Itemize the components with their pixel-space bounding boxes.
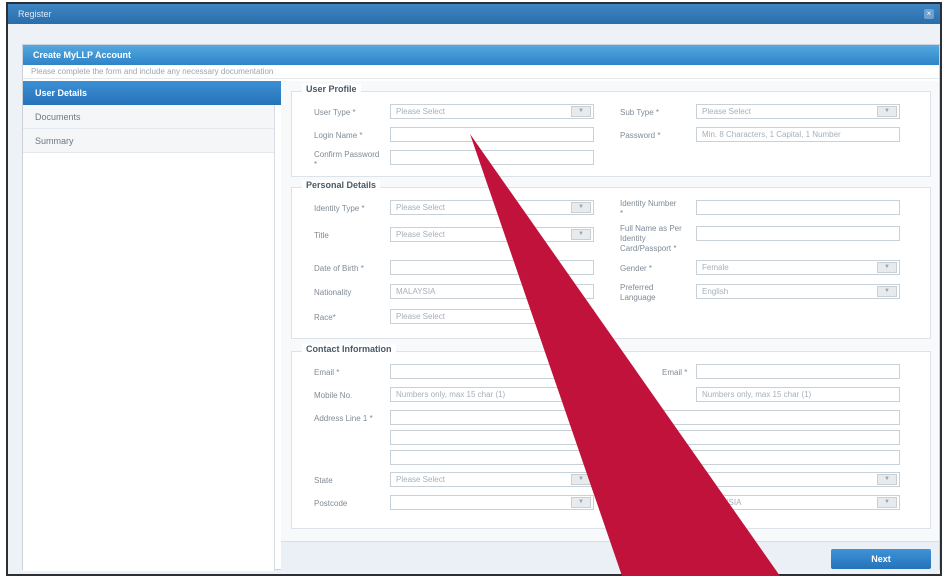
address-line-1-input[interactable]: [390, 410, 900, 425]
create-account-card: Create MyLLP Account Please complete the…: [22, 44, 940, 571]
identity-number-input[interactable]: [696, 200, 900, 215]
date-of-birth-label: Date of Birth *: [314, 264, 364, 273]
sidebar-item-user-details[interactable]: User Details: [23, 81, 295, 105]
city-select[interactable]: ▼: [696, 472, 900, 487]
chevron-down-icon: ▼: [877, 474, 897, 485]
identity-type-select[interactable]: Please Select ▼: [390, 200, 594, 215]
sub-type-select[interactable]: Please Select ▼: [696, 104, 900, 119]
login-name-label: Login Name *: [314, 131, 363, 140]
user-type-select[interactable]: Please Select ▼: [390, 104, 594, 119]
full-name-input[interactable]: [696, 226, 900, 241]
section-title: Personal Details: [302, 180, 381, 190]
chevron-down-icon: ▼: [571, 474, 591, 485]
form-footer: Next: [281, 541, 939, 571]
nationality-input[interactable]: MALAYSIA: [390, 284, 594, 299]
state-select[interactable]: Please Select ▼: [390, 472, 594, 487]
country-value: MALAYSIA: [702, 498, 742, 507]
identity-type-label: Identity Type *: [314, 204, 365, 213]
postcode-select[interactable]: ▼: [390, 495, 594, 510]
chevron-down-icon: ▼: [877, 286, 897, 297]
date-of-birth-input[interactable]: [390, 260, 594, 275]
chevron-down-icon: ▼: [571, 229, 591, 240]
country-select[interactable]: MALAYSIA ▼: [696, 495, 900, 510]
email-input[interactable]: [390, 364, 594, 379]
password-input[interactable]: Min. 8 Characters, 1 Capital, 1 Number: [696, 127, 900, 142]
mobile-no-input[interactable]: Numbers only, max 15 char (1): [390, 387, 594, 402]
card-subtitle: Please complete the form and include any…: [23, 65, 939, 79]
gender-label: Gender *: [620, 264, 653, 273]
next-button[interactable]: Next: [831, 549, 931, 569]
personal-details-section: Personal Details Identity Type * Please …: [291, 180, 931, 339]
close-icon[interactable]: ×: [924, 9, 934, 19]
password-label: Password *: [620, 131, 661, 140]
gender-select[interactable]: Female ▼: [696, 260, 900, 275]
sub-type-label: Sub Type *: [620, 108, 659, 117]
section-title: User Profile: [302, 84, 361, 94]
sidebar-item-summary[interactable]: Summary: [23, 129, 274, 153]
identity-number-label: Identity Number *: [620, 199, 677, 218]
state-label: State: [314, 476, 333, 485]
card-title: Create MyLLP Account: [23, 45, 939, 65]
race-label: Race*: [314, 313, 336, 322]
window-titlebar: Register ×: [8, 4, 940, 24]
gender-value: Female: [702, 263, 729, 272]
postcode-label: Postcode: [314, 499, 348, 508]
chevron-down-icon: ▼: [877, 497, 897, 508]
preferred-language-select[interactable]: English ▼: [696, 284, 900, 299]
sub-type-value: Please Select: [702, 107, 751, 116]
confirm-email-label: Email *: [662, 368, 688, 377]
address-line-label: Address Line 1 *: [314, 414, 373, 423]
identity-type-value: Please Select: [396, 203, 445, 212]
address-line-3-input[interactable]: [390, 450, 900, 465]
register-window: Register × Create MyLLP Account Please c…: [6, 2, 942, 576]
user-profile-section: User Profile User Type * Please Select ▼…: [291, 84, 931, 177]
state-value: Please Select: [396, 475, 445, 484]
chevron-down-icon: ▼: [571, 497, 591, 508]
section-title: Contact Information: [302, 344, 396, 354]
race-select[interactable]: Please Select: [390, 309, 594, 324]
chevron-down-icon: ▼: [571, 202, 591, 213]
chevron-down-icon: ▼: [571, 106, 591, 117]
login-name-input[interactable]: [390, 127, 594, 142]
chevron-down-icon: ▼: [877, 106, 897, 117]
contact-information-section: Contact Information Email * Email * Mobi…: [291, 344, 931, 529]
address-line-2-input[interactable]: [390, 430, 900, 445]
window-title: Register: [18, 9, 52, 19]
title-label: Title: [314, 231, 329, 240]
mobile-no-label: Mobile No.: [314, 391, 353, 400]
preferred-language-label: Preferred Language: [620, 283, 656, 302]
title-select[interactable]: Please Select ▼: [390, 227, 594, 242]
confirm-email-input[interactable]: [696, 364, 900, 379]
wizard-sidebar: User Details Documents Summary: [23, 81, 295, 571]
chevron-down-icon: ▼: [877, 262, 897, 273]
email-label: Email *: [314, 368, 340, 377]
form-main: User Profile User Type * Please Select ▼…: [281, 81, 939, 541]
preferred-language-value: English: [702, 287, 729, 296]
confirm-password-label: Confirm Password *: [314, 150, 380, 169]
user-type-value: Please Select: [396, 107, 445, 116]
nationality-label: Nationality: [314, 288, 352, 297]
full-name-label: Full Name as Per Identity Card/Passport …: [620, 224, 682, 253]
sidebar-item-documents[interactable]: Documents: [23, 105, 274, 129]
confirm-password-input[interactable]: [390, 150, 594, 165]
user-type-label: User Type *: [314, 108, 356, 117]
phone-no-input[interactable]: Numbers only, max 15 char (1): [696, 387, 900, 402]
title-value: Please Select: [396, 230, 445, 239]
